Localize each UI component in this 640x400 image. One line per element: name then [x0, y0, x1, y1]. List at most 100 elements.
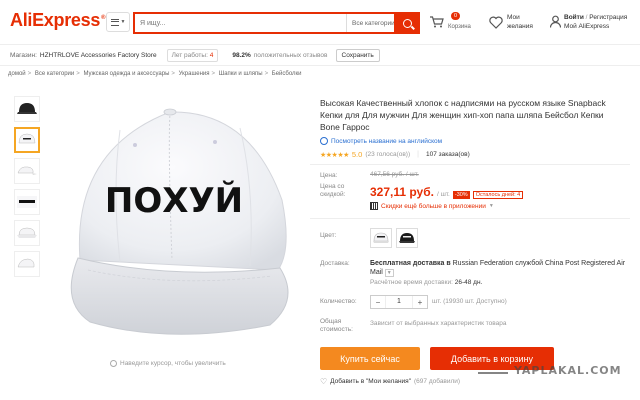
- thumbnail-black-cap[interactable]: [14, 96, 40, 122]
- thumbnail-white-cap-side[interactable]: [14, 158, 40, 184]
- chevron-down-icon: ▼: [488, 203, 494, 209]
- translate-title-label: Посмотреть название на английском: [331, 137, 443, 145]
- free-shipping-text: Бесплатная доставка в: [370, 260, 451, 267]
- breadcrumb-item[interactable]: Мужская одежда и аксессуары: [83, 71, 169, 77]
- chevron-down-icon: ▼: [120, 19, 126, 25]
- store-label: Магазин:: [10, 51, 37, 59]
- thumbnail-list: [14, 96, 44, 282]
- account-menu: Войти / Регистрация Мой AliExpress: [550, 12, 640, 36]
- cap-embroidery-text: ПОХУЙ: [105, 180, 243, 221]
- cart-count-badge: 0: [451, 12, 461, 20]
- watermark: YAPLAKAL.COM: [478, 364, 638, 378]
- sale-price: 327,11 руб.: [370, 185, 434, 199]
- sale-price-label: Цена со скидкой:: [320, 183, 346, 198]
- quantity-increase-button[interactable]: +: [413, 298, 427, 307]
- thumbnail-white-cap-front[interactable]: [14, 127, 40, 153]
- rating-votes-link[interactable]: (23 голоса(ов)): [365, 151, 410, 158]
- quantity-stepper: − 1 +: [370, 295, 428, 309]
- heart-icon: ♡: [320, 377, 328, 386]
- thumbnail-white-cap-back[interactable]: [14, 251, 40, 277]
- breadcrumb-item[interactable]: Шапки и шляпы: [219, 71, 263, 77]
- aliexpress-logo[interactable]: AliExpress®: [10, 10, 105, 31]
- store-years-badge: Лет работы: 4: [166, 48, 219, 62]
- main-product-image[interactable]: ПОХУЙ: [50, 90, 306, 362]
- cap-thumbnail-image: [18, 133, 36, 144]
- login-link[interactable]: Войти: [564, 14, 584, 21]
- cart-icon: [430, 16, 444, 28]
- qr-code-icon: [370, 202, 378, 210]
- quantity-decrease-button[interactable]: −: [371, 298, 385, 307]
- add-to-wishlist-link[interactable]: ♡ Добавить в "Мои желания" (697 добавили…: [320, 377, 460, 386]
- breadcrumb-item[interactable]: Все категории: [35, 71, 74, 77]
- white-cap-swatch: [373, 232, 389, 243]
- breadcrumb: домой > Все категории > Мужская одежда и а…: [8, 71, 302, 77]
- rating-row: ★★★★★ 5.0 (23 голоса(ов)) | 107 заказа(о…: [320, 150, 470, 159]
- heart-icon: [489, 16, 503, 29]
- discount-badge: -30%: [452, 191, 470, 199]
- thumbnail-embroidery-closeup[interactable]: [14, 189, 40, 215]
- days-left-badge: Осталось дней: 4: [472, 191, 524, 199]
- app-discount-link[interactable]: Скидки ещё больше в приложении ▼: [370, 202, 494, 210]
- search-category-label: Все категории: [352, 19, 395, 27]
- cap-thumbnail-image: [17, 196, 37, 208]
- store-bar: Магазин: HZHTRLOVE Accessories Factory S…: [0, 44, 640, 66]
- my-aliexpress-link[interactable]: Мой AliExpress: [564, 23, 609, 30]
- store-name-link[interactable]: HZHTRLOVE Accessories Factory Store: [40, 52, 157, 59]
- search-icon: [402, 18, 412, 28]
- zoom-hint: Наведите курсор, чтобы увеличить: [110, 360, 226, 367]
- cap-thumbnail-image: [17, 258, 35, 268]
- black-cap-swatch: [399, 233, 415, 243]
- divider: [310, 218, 630, 219]
- buy-now-button[interactable]: Купить сейчас: [320, 347, 420, 370]
- orders-count: 107 заказа(ов): [425, 151, 470, 158]
- delivery-time-label: Расчётное время доставки:: [370, 279, 453, 286]
- breadcrumb-item[interactable]: домой: [8, 71, 26, 77]
- menu-icon: [110, 18, 119, 26]
- wishlist-count: (697 добавили): [414, 378, 461, 385]
- translate-title-link[interactable]: Посмотреть название на английском: [320, 137, 442, 145]
- search-input[interactable]: [135, 14, 346, 32]
- store-years-label: Лет работы:: [171, 51, 208, 59]
- search-button[interactable]: [394, 12, 420, 34]
- wishlist-link[interactable]: Мои желания: [487, 12, 547, 36]
- delivery-time: Расчётное время доставки: 26-48 дн.: [370, 279, 482, 286]
- price-label: Цена:: [320, 172, 338, 179]
- breadcrumb-item[interactable]: Бейсболки: [272, 71, 302, 77]
- wishlist-label: Мои желания: [507, 14, 533, 30]
- chevron-down-icon: ▼: [384, 269, 394, 277]
- shipping-label: Доставка:: [320, 260, 350, 267]
- header: AliExpress® ▼ Все категории ▼ 0 Корзина …: [0, 0, 640, 44]
- delivery-time-value: 26-48 дн.: [454, 279, 483, 286]
- translate-icon: [320, 137, 328, 145]
- cap-thumbnail-image: [17, 227, 37, 238]
- thumbnail-white-cap-angle[interactable]: [14, 220, 40, 246]
- color-option-black[interactable]: [396, 228, 418, 248]
- cart-label: Корзина: [448, 24, 471, 30]
- total-cost-label: Общая стоимость:: [320, 318, 353, 333]
- user-icon: [550, 15, 561, 28]
- positive-feedback-label: положительных отзывов: [253, 51, 328, 59]
- register-link[interactable]: Регистрация: [589, 14, 627, 21]
- sale-price-row: 327,11 руб. / шт. -30% Осталось дней: 4: [370, 185, 524, 199]
- color-option-white[interactable]: [370, 228, 392, 248]
- store-years-value: 4: [209, 51, 214, 59]
- breadcrumb-item[interactable]: Украшения: [179, 71, 210, 77]
- cart-link[interactable]: 0 Корзина: [430, 12, 480, 36]
- categories-menu-button[interactable]: ▼: [106, 12, 130, 32]
- rating-value: 5.0: [351, 150, 363, 159]
- rating-stars: ★★★★★: [320, 151, 349, 159]
- shipping-info[interactable]: Бесплатная доставка в Russian Federation…: [370, 259, 630, 278]
- product-title: Высокая Качественный хлопок с надписями …: [320, 98, 606, 132]
- positive-feedback-percent: 98.2%: [232, 51, 251, 59]
- zoom-icon: [110, 360, 117, 367]
- price-unit: / шт.: [436, 191, 450, 198]
- app-discount-label: Скидки ещё больше в приложении: [381, 202, 486, 210]
- color-label: Цвет:: [320, 232, 337, 239]
- old-price: 467,56 руб. / шт.: [370, 171, 419, 178]
- search-bar: Все категории ▼: [133, 12, 420, 34]
- save-store-button[interactable]: Сохранить: [335, 48, 380, 62]
- quantity-input[interactable]: 1: [385, 296, 413, 308]
- add-to-wishlist-label: Добавить в "Мои желания": [330, 378, 412, 385]
- divider: [310, 164, 630, 165]
- cap-thumbnail-image: [17, 166, 37, 175]
